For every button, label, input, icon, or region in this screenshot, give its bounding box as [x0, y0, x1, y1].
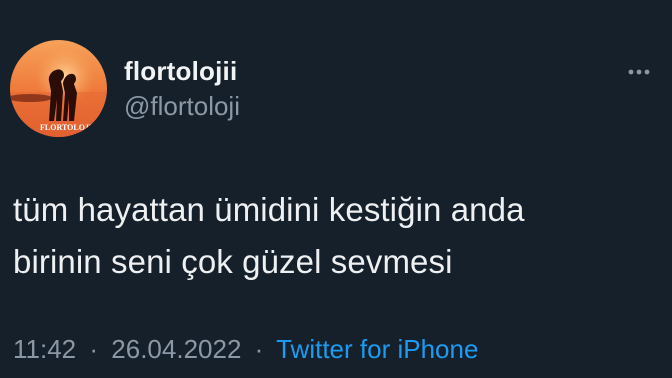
more-horizontal-icon — [628, 69, 650, 75]
tweet-text: tüm hayattan ümidini kestiğin anda birin… — [13, 184, 525, 288]
separator: · — [254, 334, 264, 364]
avatar[interactable]: FLORTOLOJI — [10, 40, 107, 137]
tweet-text-line: birinin seni çok güzel sevmesi — [13, 243, 453, 280]
tweet-time[interactable]: 11:42 — [13, 334, 76, 364]
tweet-text-line: tüm hayattan ümidini kestiğin anda — [13, 191, 525, 228]
avatar-caption: FLORTOLOJI — [40, 123, 92, 132]
more-options-button[interactable] — [622, 62, 656, 82]
tweet-metadata: 11:42 · 26.04.2022 · Twitter for iPhone — [13, 334, 478, 365]
tweet-date[interactable]: 26.04.2022 — [111, 334, 241, 364]
author-display-name[interactable]: flortolojii — [124, 56, 237, 87]
avatar-image: FLORTOLOJI — [10, 40, 107, 137]
tweet-card: FLORTOLOJI flortolojii @flortoloji tüm h… — [0, 0, 672, 378]
tweet-source-link[interactable]: Twitter for iPhone — [276, 334, 478, 364]
separator: · — [89, 334, 99, 364]
author-handle[interactable]: @flortoloji — [124, 91, 240, 122]
